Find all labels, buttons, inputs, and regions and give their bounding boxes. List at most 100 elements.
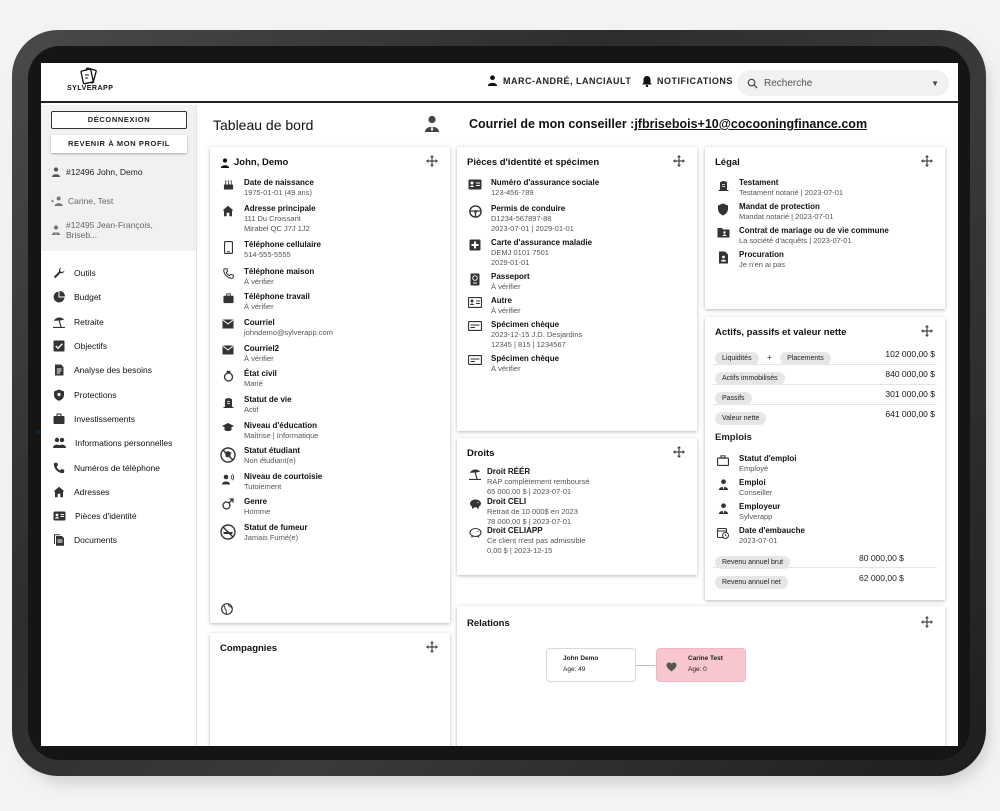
- relation-node-carine[interactable]: Carine Test Age: 0: [656, 648, 746, 682]
- search-icon: [747, 78, 758, 89]
- chip-revenu-net[interactable]: Revenu annuel net: [715, 576, 788, 589]
- field-title: Emploi: [739, 478, 766, 487]
- sidebar-item-informations-personnelles[interactable]: Informations personnelles: [41, 431, 196, 455]
- field-value: 2023-12-15 J.D. Desjardins: [491, 330, 583, 339]
- drag-handle-icon[interactable]: [921, 325, 933, 337]
- sidebar-item-retraite[interactable]: Retraite: [41, 310, 196, 334]
- relations-card: Relations John Demo Age: 49 Carine Test …: [457, 606, 945, 746]
- sidebar-item-analyse-besoins[interactable]: Analyse des besoins: [41, 358, 196, 382]
- drag-handle-icon[interactable]: [921, 616, 933, 628]
- field-value: 2029-01-01: [491, 258, 530, 267]
- field-value: Ce client n'est pas admissible: [487, 536, 586, 545]
- field-title: Téléphone maison: [244, 267, 315, 276]
- beach-umbrella-icon: [469, 469, 481, 480]
- rights-field-celi: Droit CELI Retrait de 10 000$ en 2023 78 0…: [467, 497, 578, 527]
- relation-node-john[interactable]: John Demo Age: 49: [546, 648, 636, 682]
- relation-link: [636, 665, 655, 666]
- sidebar-item-objectifs[interactable]: Objectifs: [41, 334, 196, 358]
- sidebar-item-documents[interactable]: Documents: [41, 528, 196, 552]
- sidebar-item-outils[interactable]: Outils: [41, 261, 196, 285]
- relation-node-age: Age: 0: [688, 666, 707, 673]
- pie-chart-icon: [53, 291, 65, 303]
- search-box[interactable]: ▼: [737, 70, 949, 96]
- identity-field-cheque-2: Spécimen chèque À vérifier: [467, 354, 559, 374]
- chevron-down-icon[interactable]: ▼: [931, 79, 939, 88]
- companies-card: Compagnies: [210, 633, 450, 746]
- user-menu[interactable]: MARC-ANDRÉ, LANCIAULT: [487, 75, 631, 86]
- sidebar-item-label: Objectifs: [74, 341, 108, 352]
- no-school-icon: [220, 447, 236, 463]
- identity-field-driver-license: Permis de conduire D1234-567897-88 2023-07…: [467, 204, 574, 234]
- field-title: Droit CELIAPP: [487, 526, 543, 535]
- field-value: Tutoiement: [244, 482, 282, 491]
- person-icon: [51, 166, 61, 177]
- id-card-icon: [468, 179, 482, 190]
- app-logo[interactable]: SYLVERAPP: [67, 67, 113, 99]
- steering-wheel-icon: [468, 205, 482, 218]
- drag-handle-icon[interactable]: [921, 155, 933, 167]
- graduation-cap-icon: [222, 423, 234, 432]
- notifications-label: NOTIFICATIONS: [657, 76, 733, 86]
- identity-field-sin: Numéro d'assurance sociale 123-456-789: [467, 178, 599, 198]
- field-title: Spécimen chèque: [491, 354, 560, 363]
- chip-valeur-nette[interactable]: Valeur nette: [715, 412, 767, 425]
- field-title: Passeport: [491, 272, 530, 281]
- app-screen: SYLVERAPP MARC-ANDRÉ, LANCIAULT NOTIFICA…: [41, 63, 958, 746]
- profile-card-title: John, Demo: [234, 157, 289, 168]
- cheque-icon: [468, 321, 482, 331]
- back-to-profile-button[interactable]: REVENIR À MON PROFIL: [51, 135, 187, 153]
- drag-handle-icon[interactable]: [426, 155, 438, 167]
- notifications-button[interactable]: NOTIFICATIONS: [641, 75, 733, 87]
- amount-actifs-immobilises: 840 000,00 $: [885, 369, 935, 379]
- legal-field-power-of-attorney: Procuration Je n'en ai pas: [715, 250, 785, 270]
- globe-icon[interactable]: [221, 603, 233, 615]
- beach-umbrella-icon: [53, 317, 65, 328]
- advisor-email-link[interactable]: jfbrisebois+10@cocooningfinance.com: [634, 117, 867, 131]
- amount-revenu-net: 62 000,00 $: [859, 573, 904, 583]
- logout-button[interactable]: DÉCONNEXION: [51, 111, 187, 129]
- client-item[interactable]: Carine, Test: [51, 186, 186, 215]
- sidebar-item-pieces-identite[interactable]: Pièces d'identité: [41, 504, 196, 528]
- profile-field-email: Courriel johndemo@sylverapp.com: [220, 318, 333, 338]
- advisor-icon: [718, 503, 728, 514]
- home-icon: [53, 486, 65, 498]
- profile-field-courtesy: Niveau de courtoisie Tutoiement: [220, 472, 322, 492]
- sidebar-item-investissements[interactable]: Investissements: [41, 407, 196, 431]
- field-value: Marié: [244, 379, 263, 388]
- field-title: Adresse principale: [244, 204, 316, 213]
- sidebar-item-label: Numéros de téléphone: [74, 462, 161, 473]
- logo-text: SYLVERAPP: [67, 85, 114, 92]
- field-title: Genre: [244, 497, 268, 506]
- sidebar-item-budget[interactable]: Budget: [41, 285, 196, 309]
- client-item[interactable]: #12495 Jean-François, Briseb...: [51, 215, 186, 244]
- phone-icon: [222, 268, 234, 279]
- field-value: 514-555-5555: [244, 250, 291, 259]
- field-value: 12345 | 815 | 1234567: [491, 340, 566, 349]
- client-item[interactable]: #12496 John, Demo: [51, 157, 186, 186]
- drag-handle-icon[interactable]: [673, 446, 685, 458]
- document-icon: [55, 364, 64, 376]
- drag-handle-icon[interactable]: [426, 641, 438, 653]
- heart-icon: [666, 662, 677, 672]
- sidebar-item-adresses[interactable]: Adresses: [41, 480, 196, 504]
- sidebar-item-protections[interactable]: Protections: [41, 382, 196, 406]
- sidebar-item-label: Adresses: [74, 486, 110, 497]
- sidebar-item-label: Investissements: [74, 413, 135, 424]
- field-title: Droit RÉÉR: [487, 467, 531, 476]
- drag-handle-icon[interactable]: [673, 155, 685, 167]
- home-icon: [222, 205, 234, 217]
- calendar-clock-icon: [717, 527, 729, 539]
- field-title: Date de naissance: [244, 178, 314, 187]
- field-value: Actif: [244, 405, 259, 414]
- page-title: Tableau de bord: [213, 117, 314, 133]
- advisor-email-line: Courriel de mon conseiller :jfbrisebois+…: [469, 117, 867, 131]
- passport-icon: [470, 273, 480, 286]
- profile-card-header: John, Demo: [220, 157, 288, 168]
- companies-card-title: Compagnies: [220, 643, 278, 654]
- field-title: Niveau d'éducation: [244, 421, 318, 430]
- id-card-icon: [468, 297, 482, 308]
- legal-field-will: Testament Testament notarié | 2023-07-01: [715, 178, 843, 198]
- people-icon: [53, 438, 66, 449]
- search-input[interactable]: [764, 77, 914, 89]
- sidebar-item-numeros-telephone[interactable]: Numéros de téléphone: [41, 455, 196, 479]
